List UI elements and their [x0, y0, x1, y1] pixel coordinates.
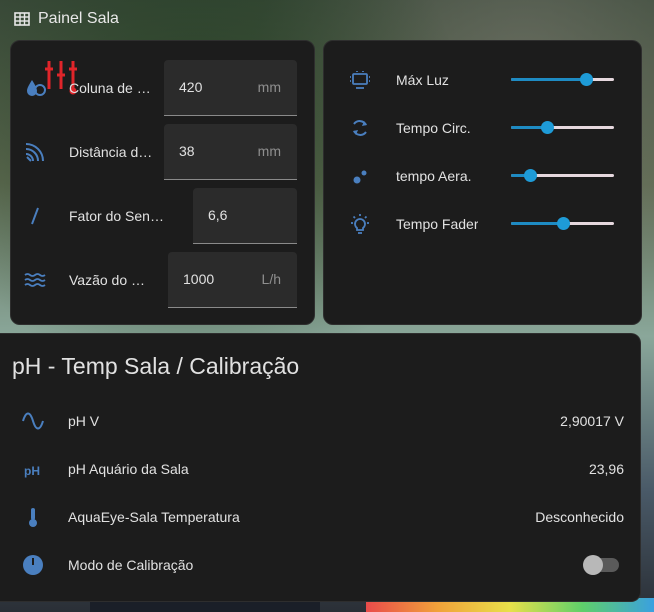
flow-rate-value: 1000: [183, 271, 215, 287]
water-column-value: 420: [179, 79, 203, 95]
aeration-time-label: tempo Aera.: [396, 168, 472, 184]
sensor-distance-value: 38: [179, 143, 195, 159]
sensor-distance-input[interactable]: 38 mm: [164, 124, 297, 180]
sensor-factor-value: 6,6: [208, 207, 228, 223]
circ-time-label: Tempo Circ.: [396, 120, 471, 136]
water-column-label: Coluna de Água: [69, 80, 155, 96]
bubbles-icon: [348, 164, 372, 188]
water-column-unit: mm: [257, 79, 281, 95]
table-icon: [14, 12, 30, 26]
max-light-slider-thumb[interactable]: [580, 73, 594, 86]
water-column-input[interactable]: 420 mm: [164, 60, 297, 116]
led-panel-icon: [348, 68, 372, 92]
slash-icon: [23, 204, 47, 228]
svg-text:pH: pH: [24, 464, 40, 478]
gauge-icon: [21, 553, 45, 577]
max-light-slider[interactable]: [511, 73, 614, 86]
circ-time-slider-thumb[interactable]: [541, 121, 555, 134]
calibration-mode-toggle[interactable]: [583, 555, 619, 575]
app-header: Painel Sala: [0, 0, 654, 38]
calibration-mode-label: Modo de Calibração: [68, 557, 194, 573]
refresh-icon: [348, 116, 372, 140]
ph-aquarium-label: pH Aquário da Sala: [68, 461, 189, 477]
temperature-label: AquaEye-Sala Temperatura: [68, 509, 240, 525]
flow-rate-input[interactable]: 1000 L/h: [168, 252, 297, 308]
fader-time-slider-thumb[interactable]: [556, 217, 570, 230]
thermometer-icon: [21, 505, 45, 529]
sine-wave-icon: [21, 409, 45, 433]
ph-voltage-value: 2,90017 V: [560, 413, 624, 429]
aeration-time-slider-thumb[interactable]: [523, 169, 537, 182]
water-drop-icon: [23, 76, 47, 100]
sensor-distance-unit: mm: [257, 143, 281, 159]
temperature-value: Desconhecido: [535, 509, 624, 525]
sensor-factor-input[interactable]: 6,6: [193, 188, 297, 244]
wifi-sensor-icon: [23, 140, 47, 164]
ph-icon: pH: [21, 457, 45, 481]
ph-aquarium-value: 23,96: [588, 461, 624, 477]
max-light-label: Máx Luz: [396, 72, 449, 88]
fader-time-label: Tempo Fader: [396, 216, 479, 232]
page-title: Painel Sala: [38, 10, 119, 27]
waves-icon: [23, 268, 47, 292]
ph-card-title: pH - Temp Sala / Calibração: [12, 353, 300, 379]
fader-time-slider[interactable]: [511, 217, 614, 230]
ph-voltage-label: pH V: [68, 413, 100, 429]
aeration-time-slider[interactable]: [511, 169, 614, 182]
calibration-toggle-knob[interactable]: [583, 555, 603, 575]
lightbulb-icon: [348, 212, 372, 236]
inputs-card: Coluna de Água 420 mm Distância do Senso…: [10, 40, 315, 325]
flow-rate-unit: L/h: [261, 271, 281, 287]
sensor-distance-label: Distância do Sensor: [69, 144, 153, 160]
sensor-factor-label: Fator do Sensor: [69, 208, 169, 224]
circ-time-slider[interactable]: [511, 121, 614, 134]
sliders-card: Máx Luz Tempo Circ. tempo Aera. Tempo Fa…: [323, 40, 642, 325]
flow-rate-label: Vazão do Fluxo: [69, 272, 153, 288]
